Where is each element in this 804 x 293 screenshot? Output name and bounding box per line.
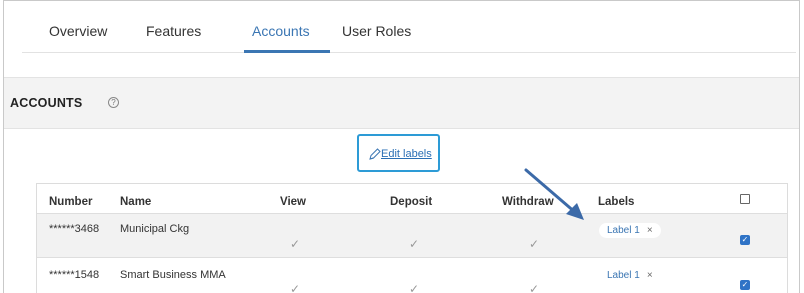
annotation-arrow-icon	[524, 168, 584, 220]
tab-overview[interactable]: Overview	[49, 23, 107, 39]
label-chip-text: Label 1	[607, 270, 640, 281]
deposit-check-icon: ✓	[409, 237, 420, 251]
table-row: ******1548 Smart Business MMA ✓ ✓ ✓ Labe…	[37, 259, 787, 293]
label-chip: Label 1 ×	[599, 223, 661, 238]
tab-accounts[interactable]: Accounts	[252, 23, 310, 39]
account-number: ******3468	[49, 223, 100, 235]
tab-bar: Overview Features Accounts User Roles	[22, 1, 796, 53]
column-header-deposit: Deposit	[390, 196, 433, 208]
remove-label-icon[interactable]: ×	[647, 270, 653, 281]
withdraw-check-icon: ✓	[529, 282, 540, 293]
tab-user-roles[interactable]: User Roles	[342, 23, 411, 39]
column-header-number: Number	[49, 196, 93, 208]
account-number: ******1548	[49, 269, 100, 281]
deposit-check-icon: ✓	[409, 282, 420, 293]
question-circle-icon[interactable]: ?	[108, 97, 119, 108]
row-checkbox[interactable]: ✓	[740, 235, 750, 245]
section-header: ACCOUNTS ?	[4, 77, 799, 129]
withdraw-check-icon: ✓	[529, 237, 540, 251]
view-check-icon: ✓	[290, 282, 301, 293]
edit-labels-label: Edit labels	[381, 148, 432, 160]
account-name: Municipal Ckg	[120, 223, 190, 235]
panel: Overview Features Accounts User Roles AC…	[3, 0, 800, 293]
table-row: ******3468 Municipal Ckg ✓ ✓ ✓ Label 1 × …	[37, 213, 787, 258]
active-tab-indicator	[244, 50, 330, 53]
label-chip-text: Label 1	[607, 225, 640, 236]
account-name: Smart Business MMA	[120, 269, 226, 281]
label-chip: Label 1 ×	[599, 268, 661, 283]
pencil-icon	[369, 148, 381, 160]
remove-label-icon[interactable]: ×	[647, 225, 653, 236]
column-header-labels: Labels	[598, 196, 635, 208]
row-checkbox[interactable]: ✓	[740, 280, 750, 290]
tab-features[interactable]: Features	[146, 23, 201, 39]
column-header-view: View	[280, 196, 306, 208]
column-header-name: Name	[120, 196, 152, 208]
view-check-icon: ✓	[290, 237, 301, 251]
select-all-checkbox[interactable]	[740, 194, 750, 204]
edit-labels-button[interactable]: Edit labels	[357, 134, 440, 172]
accounts-table: Number Name View Deposit Withdraw Labels…	[36, 183, 788, 293]
section-title: ACCOUNTS	[10, 96, 83, 110]
